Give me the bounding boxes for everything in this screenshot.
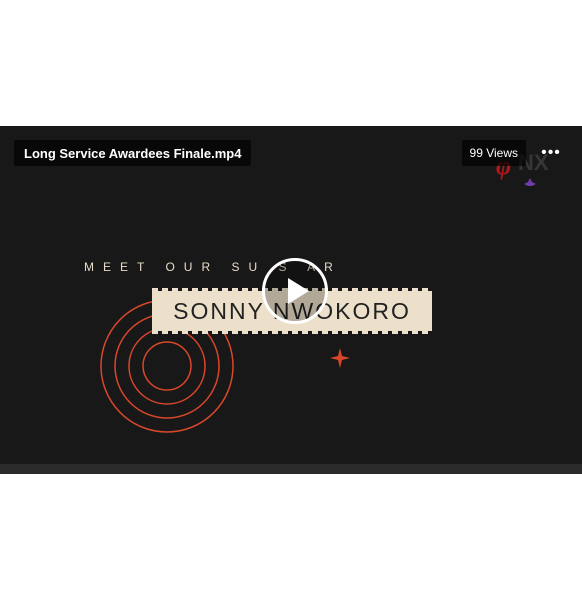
video-player[interactable]: MEET OUR SU S AR SONNY NWOKORO φ NX Long…	[0, 126, 582, 474]
video-title: Long Service Awardees Finale.mp4	[14, 140, 252, 166]
more-options-button[interactable]: •••	[534, 140, 568, 166]
play-icon	[288, 278, 309, 304]
player-bottom-bar	[0, 464, 582, 474]
more-horizontal-icon: •••	[541, 144, 561, 161]
view-count: 99 Views	[461, 140, 526, 166]
play-button[interactable]	[262, 258, 328, 324]
sparkle-icon	[330, 348, 350, 368]
